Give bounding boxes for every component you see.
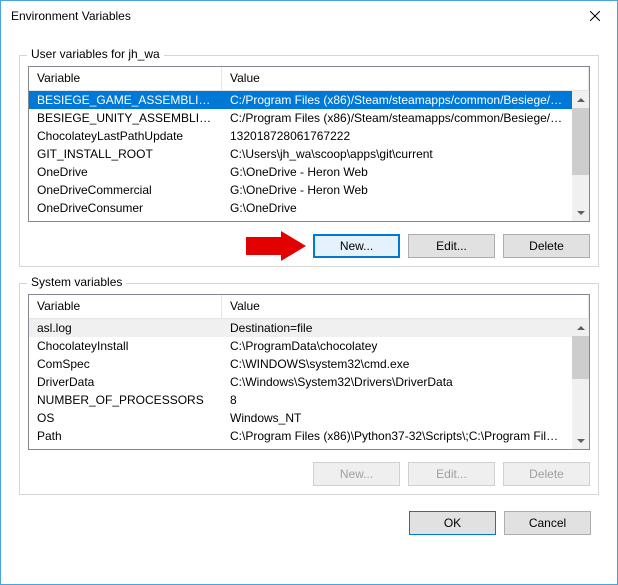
close-button[interactable] xyxy=(572,1,617,31)
column-value[interactable]: Value xyxy=(222,295,589,318)
table-row[interactable]: DriverData C:\Windows\System32\Drivers\D… xyxy=(29,373,572,391)
table-row[interactable]: OneDriveCommercial G:\OneDrive - Heron W… xyxy=(29,181,572,199)
scroll-track[interactable] xyxy=(572,336,589,432)
system-variables-list[interactable]: Variable Value asl.log Destination=file … xyxy=(28,294,590,450)
cell-value: G:\OneDrive - Heron Web xyxy=(222,183,572,197)
column-variable[interactable]: Variable xyxy=(29,67,222,90)
user-list-header: Variable Value xyxy=(29,67,589,91)
cancel-button[interactable]: Cancel xyxy=(504,511,591,535)
table-row[interactable]: BESIEGE_GAME_ASSEMBLIES C:/Program Files… xyxy=(29,91,572,109)
cell-variable: OS xyxy=(29,411,222,425)
cell-value: C:/Program Files (x86)/Steam/steamapps/c… xyxy=(222,111,572,125)
system-variables-label: System variables xyxy=(27,275,126,289)
system-list-header: Variable Value xyxy=(29,295,589,319)
cell-value: C:/Program Files (x86)/Steam/steamapps/c… xyxy=(222,93,572,107)
close-icon xyxy=(590,11,600,21)
cell-value: C:\WINDOWS\system32\cmd.exe xyxy=(222,357,572,371)
table-row[interactable]: BESIEGE_UNITY_ASSEMBLIES C:/Program File… xyxy=(29,109,572,127)
table-row[interactable]: OS Windows_NT xyxy=(29,409,572,427)
cell-value: Destination=file xyxy=(222,321,572,335)
new-button[interactable]: New... xyxy=(313,462,400,486)
system-variables-group: System variables Variable Value asl.log … xyxy=(19,283,599,495)
cell-variable: OneDriveCommercial xyxy=(29,183,222,197)
chevron-down-icon xyxy=(577,439,585,443)
chevron-up-icon xyxy=(577,98,585,102)
table-row[interactable]: ComSpec C:\WINDOWS\system32\cmd.exe xyxy=(29,355,572,373)
user-variables-list[interactable]: Variable Value BESIEGE_GAME_ASSEMBLIES C… xyxy=(28,66,590,222)
cell-value: C:\ProgramData\chocolatey xyxy=(222,339,572,353)
cell-value: Windows_NT xyxy=(222,411,572,425)
ok-button[interactable]: OK xyxy=(409,511,496,535)
annotation-arrow xyxy=(246,231,306,264)
cell-variable: DriverData xyxy=(29,375,222,389)
cell-variable: BESIEGE_UNITY_ASSEMBLIES xyxy=(29,111,222,125)
cell-variable: asl.log xyxy=(29,321,222,335)
cell-value: C:\Program Files (x86)\Python37-32\Scrip… xyxy=(222,429,572,443)
delete-button[interactable]: Delete xyxy=(503,234,590,258)
cell-value: C:\Users\jh_wa\scoop\apps\git\current xyxy=(222,147,572,161)
table-row[interactable]: ChocolateyInstall C:\ProgramData\chocola… xyxy=(29,337,572,355)
table-row[interactable]: OneDrive G:\OneDrive - Heron Web xyxy=(29,163,572,181)
cell-variable: NUMBER_OF_PROCESSORS xyxy=(29,393,222,407)
cell-variable: GIT_INSTALL_ROOT xyxy=(29,147,222,161)
table-row[interactable]: NUMBER_OF_PROCESSORS 8 xyxy=(29,391,572,409)
column-value[interactable]: Value xyxy=(222,67,589,90)
window-title: Environment Variables xyxy=(11,9,131,23)
environment-variables-dialog: Environment Variables User variables for… xyxy=(0,0,618,585)
cell-variable: ChocolateyLastPathUpdate xyxy=(29,129,222,143)
user-variables-label: User variables for jh_wa xyxy=(27,47,164,61)
cell-variable: OneDriveConsumer xyxy=(29,201,222,215)
scroll-thumb[interactable] xyxy=(572,108,589,175)
table-row[interactable]: asl.log Destination=file xyxy=(29,319,572,337)
cell-variable: BESIEGE_GAME_ASSEMBLIES xyxy=(29,93,222,107)
cell-variable: ChocolateyInstall xyxy=(29,339,222,353)
scroll-up-button[interactable] xyxy=(572,91,589,108)
scroll-down-button[interactable] xyxy=(572,432,589,449)
chevron-down-icon xyxy=(577,211,585,215)
cell-value: G:\OneDrive xyxy=(222,201,572,215)
cell-value: 132018728061767222 xyxy=(222,129,572,143)
scrollbar[interactable] xyxy=(572,319,589,449)
edit-button[interactable]: Edit... xyxy=(408,462,495,486)
delete-button[interactable]: Delete xyxy=(503,462,590,486)
scroll-thumb[interactable] xyxy=(572,336,589,379)
new-button[interactable]: New... xyxy=(313,234,400,258)
table-row[interactable]: Path C:\Program Files (x86)\Python37-32\… xyxy=(29,427,572,445)
table-row[interactable]: GIT_INSTALL_ROOT C:\Users\jh_wa\scoop\ap… xyxy=(29,145,572,163)
scroll-track[interactable] xyxy=(572,108,589,204)
cell-value: 8 xyxy=(222,393,572,407)
edit-button[interactable]: Edit... xyxy=(408,234,495,258)
column-variable[interactable]: Variable xyxy=(29,295,222,318)
titlebar: Environment Variables xyxy=(1,1,617,31)
cell-value: C:\Windows\System32\Drivers\DriverData xyxy=(222,375,572,389)
scroll-down-button[interactable] xyxy=(572,204,589,221)
cell-variable: ComSpec xyxy=(29,357,222,371)
cell-value: G:\OneDrive - Heron Web xyxy=(222,165,572,179)
cell-variable: Path xyxy=(29,429,222,443)
scroll-up-button[interactable] xyxy=(572,319,589,336)
cell-variable: OneDrive xyxy=(29,165,222,179)
table-row[interactable]: OneDriveConsumer G:\OneDrive xyxy=(29,199,572,217)
user-variables-group: User variables for jh_wa Variable Value … xyxy=(19,55,599,267)
table-row[interactable]: ChocolateyLastPathUpdate 132018728061767… xyxy=(29,127,572,145)
scrollbar[interactable] xyxy=(572,91,589,221)
chevron-up-icon xyxy=(577,326,585,330)
